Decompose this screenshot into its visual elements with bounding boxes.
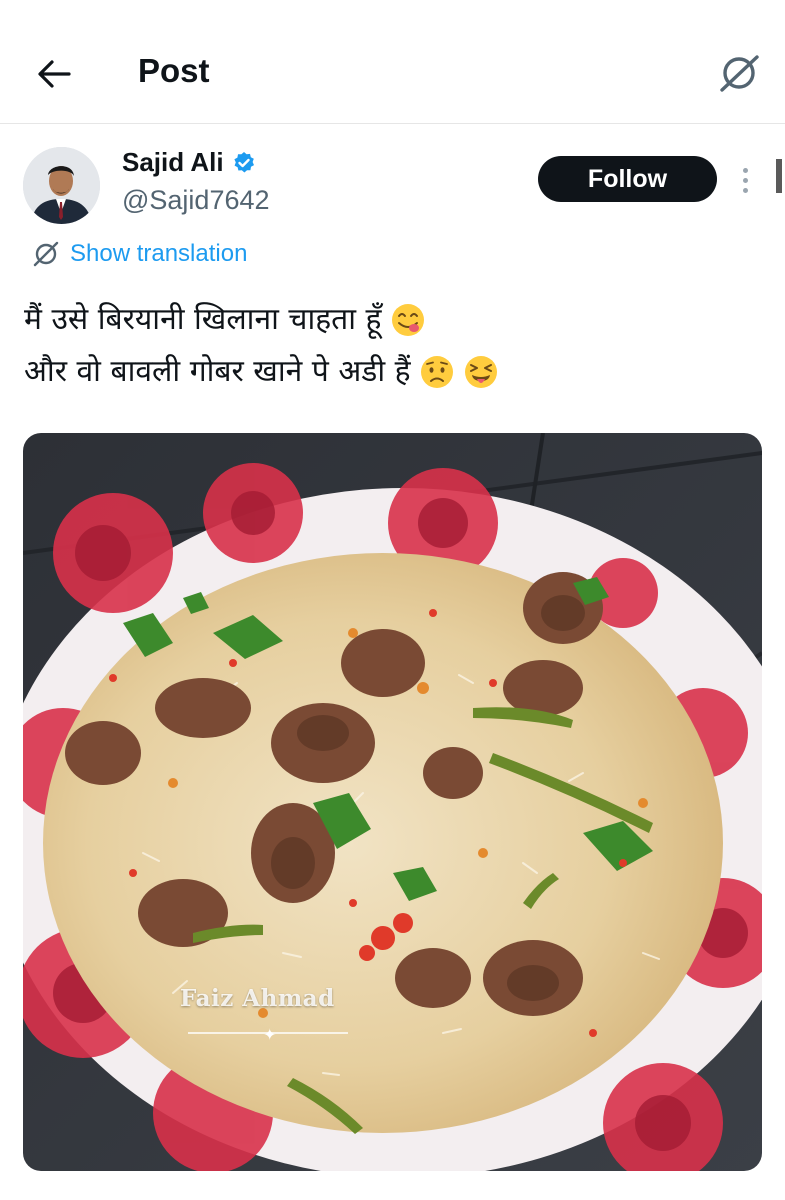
- arrow-left-icon: [38, 60, 71, 88]
- yum-face-emoji: [391, 304, 424, 336]
- edge-divider: [776, 159, 782, 193]
- post-image[interactable]: [23, 433, 762, 1171]
- worried-face-emoji: [420, 356, 453, 388]
- show-translation-link[interactable]: Show translation: [32, 240, 247, 268]
- author-display-name[interactable]: Sajid Ali: [122, 147, 224, 178]
- post-line: और वो बावली गोबर खाने पे अडी हैं: [24, 346, 764, 398]
- post-line-text: मैं उसे बिरयानी खिलाना चाहता हूँ: [24, 302, 382, 337]
- post-line-text: और वो बावली गोबर खाने पे अडी हैं: [24, 354, 411, 389]
- post-text: मैं उसे बिरयानी खिलाना चाहता हूँ और वो ब…: [24, 294, 764, 398]
- verified-badge-icon: [234, 151, 254, 172]
- more-options-button[interactable]: [734, 160, 756, 200]
- author-name-row: Sajid Ali: [122, 147, 256, 178]
- back-button[interactable]: [30, 50, 78, 98]
- follow-button[interactable]: Follow: [538, 156, 717, 202]
- translate-button[interactable]: [712, 46, 766, 100]
- page-title: Post: [138, 52, 210, 89]
- avatar[interactable]: [23, 147, 100, 224]
- sparkle-icon: ✦: [263, 1025, 277, 1044]
- squinting-tongue-emoji: [464, 356, 497, 388]
- more-dot-icon: [742, 177, 748, 183]
- top-bar: Post: [0, 0, 785, 124]
- author-handle[interactable]: @Sajid7642: [122, 185, 270, 216]
- translate-slash-icon: [33, 241, 59, 267]
- show-translation-label[interactable]: Show translation: [70, 240, 247, 268]
- more-dot-icon: [742, 187, 748, 193]
- translate-slash-icon: [720, 55, 759, 92]
- more-dot-icon: [742, 167, 748, 173]
- biryani-photo: [23, 433, 762, 1171]
- post-line: मैं उसे बिरयानी खिलाना चाहता हूँ: [24, 294, 764, 346]
- image-watermark: Faiz Ahmad: [180, 985, 335, 1012]
